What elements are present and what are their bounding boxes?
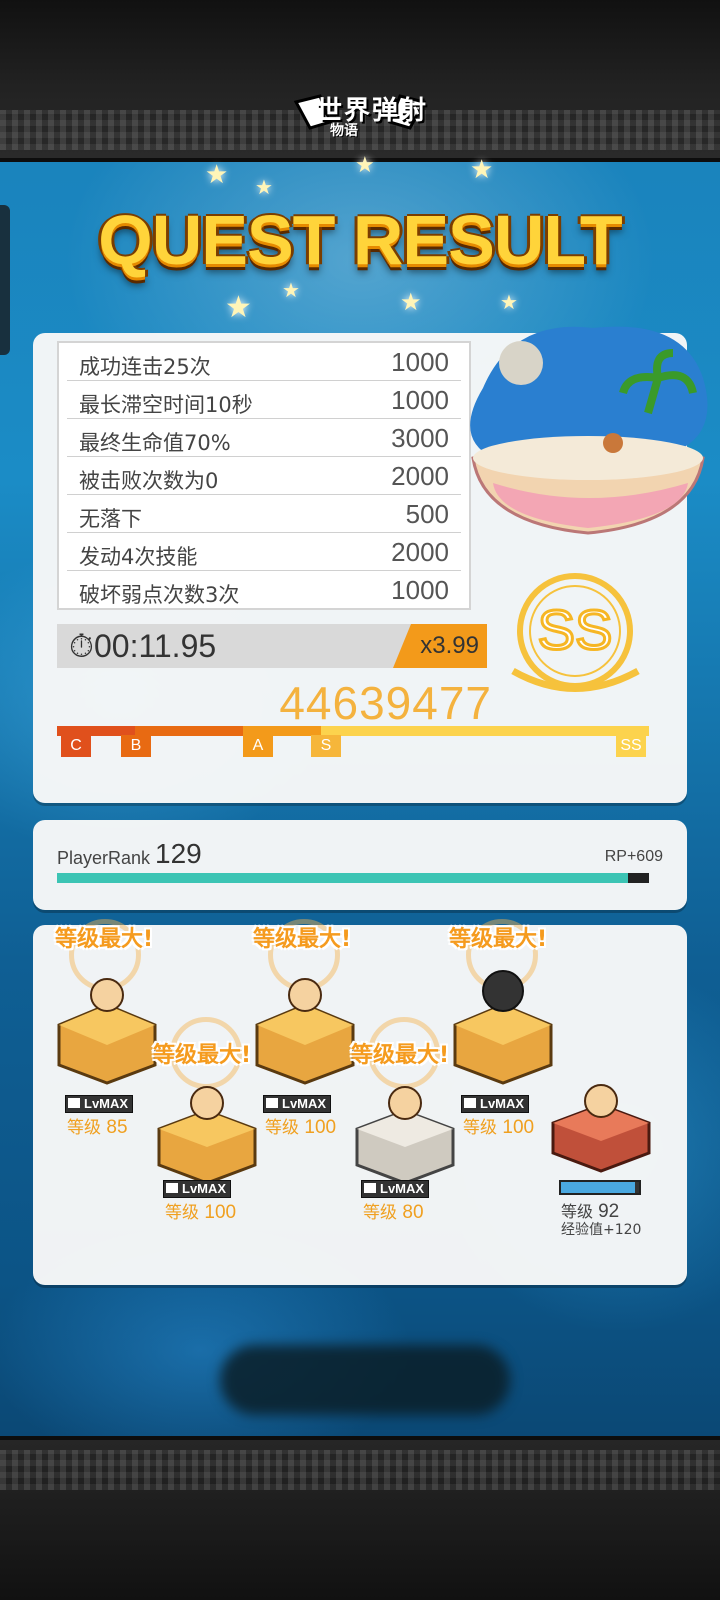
star-icon: ★: [205, 160, 229, 190]
unit-level: 等级 100: [265, 1117, 337, 1138]
unit-level: 等级 80: [363, 1202, 424, 1223]
bonus-value: 2000: [391, 461, 449, 491]
bonus-list: 成功连击25次 1000 最长滞空时间10秒 1000 最终生命值70% 3000 被…: [57, 341, 471, 610]
timer-icon: ⏱: [69, 628, 94, 664]
clear-time: ⏱00:11.95: [69, 628, 216, 666]
rank-marker-ss: SS: [616, 735, 646, 757]
player-rank-value: 129: [155, 838, 202, 869]
rank-marker-s: S: [311, 735, 341, 757]
unit-level: 等级 100: [463, 1117, 535, 1138]
bonus-value: 1000: [391, 347, 449, 377]
player-rank-bar: [57, 873, 649, 883]
total-score: 44639477: [279, 677, 492, 729]
rank-marker-a: A: [243, 735, 273, 757]
rank-ss-text: SS: [538, 598, 613, 661]
character-unit-5-icon: [453, 970, 553, 1085]
next-button[interactable]: [220, 1345, 510, 1415]
bonus-value: 1000: [391, 575, 449, 605]
bonus-value: 1000: [391, 385, 449, 415]
multiplier-value: x3.99: [420, 632, 479, 659]
bonus-row: 无落下 500: [67, 495, 461, 533]
bottom-bar: [0, 1436, 720, 1600]
player-rank-fill: [57, 873, 629, 883]
unit-panel: 等级最大! LvMAX 等级 85 等级最大! LvMAX 等级 100 等级最…: [33, 919, 687, 1285]
bonus-row: 被击败次数为0 2000: [67, 457, 461, 495]
lvmax-tag: LvMAX: [263, 1095, 332, 1113]
bonus-row: 成功连击25次 1000: [67, 343, 461, 381]
segment-b: [135, 726, 243, 736]
level-max-badge: 等级最大!: [153, 1043, 252, 1068]
bonus-row: 破坏弱点次数3次 1000: [67, 571, 461, 608]
bonus-row: 最终生命值70% 3000: [67, 419, 461, 457]
level-max-badge: 等级最大!: [253, 927, 352, 952]
lvmax-tag: LvMAX: [163, 1180, 232, 1198]
lvmax-tag: LvMAX: [461, 1095, 530, 1113]
level-max-badge: 等级最大!: [449, 927, 548, 952]
star-icon: ★: [255, 175, 273, 199]
player-rank-panel: PlayerRank 129 RP+609: [33, 820, 687, 910]
bonus-label: 被击败次数为0: [79, 469, 219, 493]
level-max-badge: 等级最大!: [55, 927, 154, 952]
clear-time-value: 00:11.95: [93, 628, 217, 664]
checker-pattern: [0, 1450, 720, 1490]
star-icon: ★: [355, 153, 375, 178]
character-unit-2-icon: [157, 1086, 257, 1185]
star-icon: ★: [400, 288, 422, 316]
rank-marker-b: B: [121, 735, 151, 757]
lvmax-tag: LvMAX: [65, 1095, 134, 1113]
rp-gain: RP+609: [604, 848, 663, 865]
logo-sub-text: 物语: [330, 123, 358, 139]
character-unit-4-icon: [355, 1086, 455, 1185]
bonus-value: 2000: [391, 537, 449, 567]
star-icon: ★: [470, 155, 494, 185]
bonus-row: 发动4次技能 2000: [67, 533, 461, 571]
character-unit-1-icon: [57, 978, 157, 1085]
bonus-row: 最长滞空时间10秒 1000: [67, 381, 461, 419]
bonus-value: 3000: [391, 423, 449, 453]
result-panel: 成功连击25次 1000 最长滞空时间10秒 1000 最终生命值70% 3000 被…: [33, 326, 708, 803]
bonus-label: 破坏弱点次数3次: [79, 583, 240, 607]
exp-gain: 经验值+120: [561, 1222, 642, 1238]
quest-island-icon: [470, 326, 708, 535]
star-icon: ★: [282, 278, 300, 302]
lvmax-tag: LvMAX: [361, 1180, 430, 1198]
unit-level: 等级 85: [67, 1117, 128, 1138]
bonus-label: 成功连击25次: [79, 355, 211, 379]
level-max-badge: 等级最大!: [351, 1043, 450, 1068]
player-rank-label: PlayerRank: [57, 848, 151, 868]
character-unit-3-icon: [255, 978, 355, 1085]
bonus-value: 500: [405, 499, 449, 529]
unit-level: 等级 100: [165, 1202, 237, 1223]
rank-marker-c: C: [61, 735, 91, 757]
star-icon: ★: [225, 290, 252, 325]
bonus-label: 无落下: [79, 507, 142, 531]
bonus-label: 最长滞空时间10秒: [79, 393, 253, 417]
rank-ss-emblem-icon: SS: [511, 573, 640, 692]
bonus-label: 发动4次技能: [79, 545, 198, 569]
bonus-label: 最终生命值70%: [79, 431, 231, 455]
character-unit-6-icon: [551, 1084, 651, 1173]
exp-bar: [559, 1180, 641, 1195]
quest-result-title: QUEST RESULT: [98, 201, 622, 279]
exp-fill: [561, 1182, 636, 1193]
